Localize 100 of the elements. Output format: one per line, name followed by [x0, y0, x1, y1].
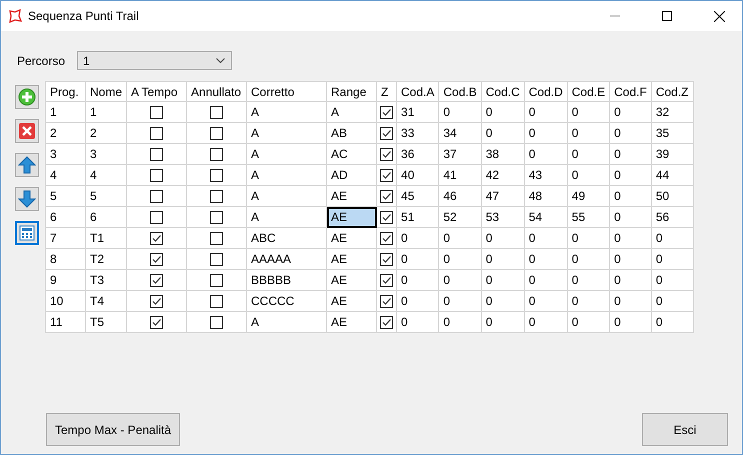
table-cell: 35 — [651, 122, 693, 144]
table-cell: 0 — [524, 270, 568, 290]
percorso-dropdown[interactable]: 1 — [77, 51, 232, 70]
table-cell: 37 — [438, 144, 482, 164]
checkbox[interactable] — [210, 190, 224, 204]
table-cell: 0 — [524, 144, 568, 164]
checkbox[interactable] — [150, 211, 164, 224]
penalty-button[interactable]: Tempo Max - Penalità — [46, 413, 180, 446]
table-cell: 0 — [651, 248, 693, 270]
table-cell[interactable]: AE — [326, 248, 377, 270]
checkbox[interactable] — [150, 295, 164, 308]
table-cell: 31 — [396, 102, 439, 122]
checkbox[interactable] — [380, 148, 394, 162]
toolbar-button[interactable] — [15, 85, 39, 109]
arrow-up-icon — [18, 156, 36, 174]
toolbar-button[interactable] — [15, 119, 39, 143]
checkbox[interactable] — [380, 106, 394, 120]
column-header[interactable]: Corretto — [246, 82, 327, 102]
table-cell: 38 — [481, 144, 524, 164]
column-header[interactable]: Prog. — [46, 82, 86, 102]
checkbox[interactable] — [380, 127, 394, 140]
exit-button[interactable]: Esci — [642, 413, 728, 446]
checkbox[interactable] — [380, 169, 394, 182]
table-cell: T1 — [86, 228, 127, 248]
column-header[interactable]: Cod.B — [438, 82, 482, 102]
checkbox[interactable] — [380, 190, 394, 204]
table-cell[interactable]: AD — [326, 164, 377, 186]
column-header[interactable]: Cod.D — [524, 82, 568, 102]
checkbox[interactable] — [210, 106, 224, 120]
table-cell[interactable]: AE — [326, 290, 377, 312]
checkbox[interactable] — [150, 274, 164, 288]
column-header[interactable]: Cod.F — [610, 82, 652, 102]
checkbox[interactable] — [380, 232, 394, 246]
table-cell: 0 — [567, 164, 610, 186]
column-header[interactable]: Range — [326, 82, 377, 102]
table-cell: T5 — [86, 312, 127, 332]
table-cell: 0 — [610, 102, 652, 122]
checkbox[interactable] — [380, 316, 394, 330]
table-cell[interactable]: AE — [326, 228, 377, 248]
table-cell[interactable]: AB — [326, 122, 377, 144]
checkbox[interactable] — [210, 169, 224, 182]
checkbox[interactable] — [210, 316, 224, 330]
table-cell[interactable]: AE — [326, 206, 377, 228]
toolbar-button[interactable] — [15, 153, 39, 177]
table-cell: 52 — [438, 206, 482, 228]
close-icon[interactable] — [714, 10, 724, 22]
table-cell: A — [246, 102, 327, 122]
checkbox[interactable] — [210, 295, 224, 308]
maximize-icon[interactable] — [662, 11, 672, 21]
checkbox[interactable] — [380, 253, 394, 266]
column-header[interactable]: Cod.E — [567, 82, 610, 102]
column-header[interactable]: Cod.A — [396, 82, 439, 102]
column-header[interactable]: Z — [376, 82, 397, 102]
table-cell: 0 — [481, 312, 524, 332]
table-cell[interactable]: AE — [326, 270, 377, 290]
checkbox[interactable] — [380, 274, 394, 288]
checkbox[interactable] — [210, 148, 224, 162]
table-cell: 10 — [46, 290, 86, 312]
table-cell: 42 — [481, 164, 524, 186]
checkbox[interactable] — [150, 232, 164, 246]
table-cell: 0 — [481, 228, 524, 248]
checkbox[interactable] — [150, 106, 164, 120]
table-cell: 0 — [567, 248, 610, 270]
table-cell: 0 — [567, 312, 610, 332]
table-cell: 0 — [481, 248, 524, 270]
table-cell: A — [246, 122, 327, 144]
table-cell: 0 — [438, 228, 482, 248]
column-header[interactable]: Cod.C — [481, 82, 524, 102]
column-header[interactable]: Annullato — [186, 82, 247, 102]
column-header[interactable]: Nome — [86, 82, 127, 102]
checkbox[interactable] — [380, 295, 394, 308]
delete-icon — [18, 122, 36, 140]
table-cell[interactable]: AE — [326, 312, 377, 332]
checkbox[interactable] — [150, 190, 164, 204]
checkbox[interactable] — [210, 211, 224, 224]
toolbar-button[interactable] — [15, 221, 39, 245]
table-cell: 6 — [86, 206, 127, 228]
checkbox[interactable] — [210, 232, 224, 246]
checkbox[interactable] — [150, 253, 164, 266]
checkbox[interactable] — [150, 127, 164, 140]
table-cell: A — [246, 164, 327, 186]
table-cell: 48 — [524, 186, 568, 206]
calculator-icon — [19, 225, 35, 241]
checkbox[interactable] — [210, 274, 224, 288]
checkbox[interactable] — [210, 253, 224, 266]
toolbar-button[interactable] — [15, 187, 39, 211]
column-header[interactable]: Cod.Z — [651, 82, 693, 102]
checkbox[interactable] — [380, 211, 394, 224]
table-cell: 0 — [567, 102, 610, 122]
table-cell: 0 — [524, 312, 568, 332]
table-cell: 40 — [396, 164, 439, 186]
checkbox[interactable] — [210, 127, 224, 140]
table-cell: 2 — [86, 122, 127, 144]
column-header[interactable]: A Tempo — [126, 82, 187, 102]
checkbox[interactable] — [150, 148, 164, 162]
table-cell[interactable]: AC — [326, 144, 377, 164]
table-cell[interactable]: A — [326, 102, 377, 122]
checkbox[interactable] — [150, 169, 164, 182]
checkbox[interactable] — [150, 316, 164, 330]
table-cell: 0 — [524, 248, 568, 270]
